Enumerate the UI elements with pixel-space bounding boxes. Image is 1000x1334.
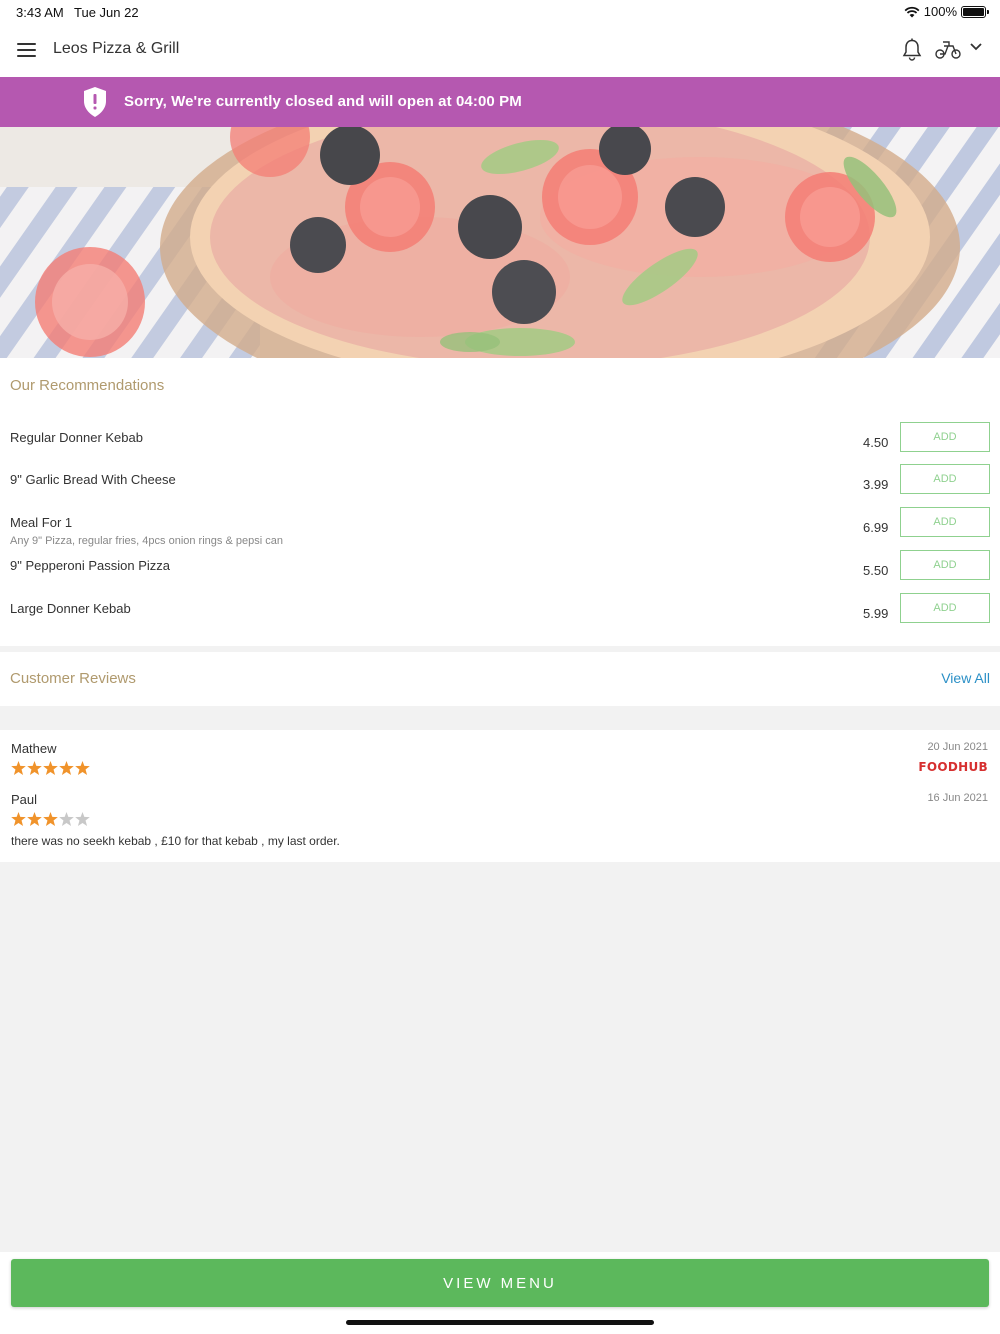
status-time: 3:43 AM (16, 5, 64, 20)
list-item: 9" Pepperoni Passion Pizza 5.50 ADD (0, 550, 1000, 602)
item-price: 6.99 (863, 520, 889, 535)
list-item: Meal For 1 Any 9" Pizza, regular fries, … (0, 507, 1000, 559)
star-rating (11, 761, 90, 775)
star-filled-icon (27, 812, 42, 826)
closed-banner: Sorry, We're currently closed and will o… (0, 77, 1000, 127)
chevron-down-icon[interactable] (969, 42, 983, 52)
item-price: 4.50 (863, 435, 889, 450)
status-date: Tue Jun 22 (74, 5, 139, 20)
item-price: 5.99 (863, 606, 889, 621)
item-name: Meal For 1 (10, 515, 73, 530)
item-price: 5.50 (863, 563, 889, 578)
item-name: 9" Garlic Bread With Cheese (10, 472, 176, 487)
star-rating (11, 812, 90, 826)
app-header: Leos Pizza & Grill (0, 24, 1000, 77)
view-all-link[interactable]: View All (941, 670, 990, 686)
star-empty-icon (75, 812, 90, 826)
reviews-list: Mathew 20 Jun 2021 FOODHUB Paul 16 Jun 2… (0, 730, 1000, 862)
hero-pizza-image (0, 127, 1000, 358)
menu-icon[interactable] (17, 43, 36, 57)
add-button[interactable]: ADD (900, 593, 990, 623)
recommendations-title: Our Recommendations (10, 377, 165, 394)
reviews-title: Customer Reviews (10, 670, 136, 687)
star-filled-icon (43, 761, 58, 775)
reviews-header: Customer Reviews View All (0, 652, 1000, 706)
shield-alert-icon (84, 87, 106, 117)
bell-icon[interactable] (901, 38, 923, 62)
review-date: 20 Jun 2021 (927, 741, 988, 753)
status-bar: 3:43 AM Tue Jun 22 100% (0, 0, 1000, 24)
add-button[interactable]: ADD (900, 464, 990, 494)
star-filled-icon (11, 812, 26, 826)
list-item: 9" Garlic Bread With Cheese 3.99 ADD (0, 464, 1000, 516)
status-indicators: 100% (904, 4, 989, 19)
foodhub-logo: FOODHUB (918, 760, 988, 774)
item-name: Large Donner Kebab (10, 601, 131, 616)
add-button[interactable]: ADD (900, 422, 990, 452)
list-item: Regular Donner Kebab 4.50 ADD (0, 422, 1000, 474)
recommendations-section: Our Recommendations Regular Donner Kebab… (0, 358, 1000, 646)
star-empty-icon (59, 812, 74, 826)
add-button[interactable]: ADD (900, 550, 990, 580)
battery-icon (961, 5, 989, 18)
wifi-icon (904, 6, 920, 17)
star-filled-icon (11, 761, 26, 775)
star-filled-icon (59, 761, 74, 775)
star-filled-icon (43, 812, 58, 826)
restaurant-title: Leos Pizza & Grill (53, 40, 180, 57)
battery-percent: 100% (923, 4, 957, 19)
closed-message: Sorry, We're currently closed and will o… (124, 93, 522, 110)
item-description: Any 9" Pizza, regular fries, 4pcs onion … (10, 535, 283, 547)
item-name: 9" Pepperoni Passion Pizza (10, 558, 170, 573)
add-button[interactable]: ADD (900, 507, 990, 537)
item-price: 3.99 (863, 477, 889, 492)
home-indicator[interactable] (346, 1320, 654, 1325)
item-name: Regular Donner Kebab (10, 430, 143, 445)
review-text: there was no seekh kebab , £10 for that … (11, 834, 340, 848)
review-date: 16 Jun 2021 (927, 792, 988, 804)
star-filled-icon (75, 761, 90, 775)
reviewer-name: Mathew (11, 741, 57, 756)
scooter-icon[interactable] (935, 40, 961, 60)
list-item: Large Donner Kebab 5.99 ADD (0, 593, 1000, 645)
reviewer-name: Paul (11, 792, 38, 807)
star-filled-icon (27, 761, 42, 775)
view-menu-button[interactable]: VIEW MENU (11, 1259, 989, 1307)
